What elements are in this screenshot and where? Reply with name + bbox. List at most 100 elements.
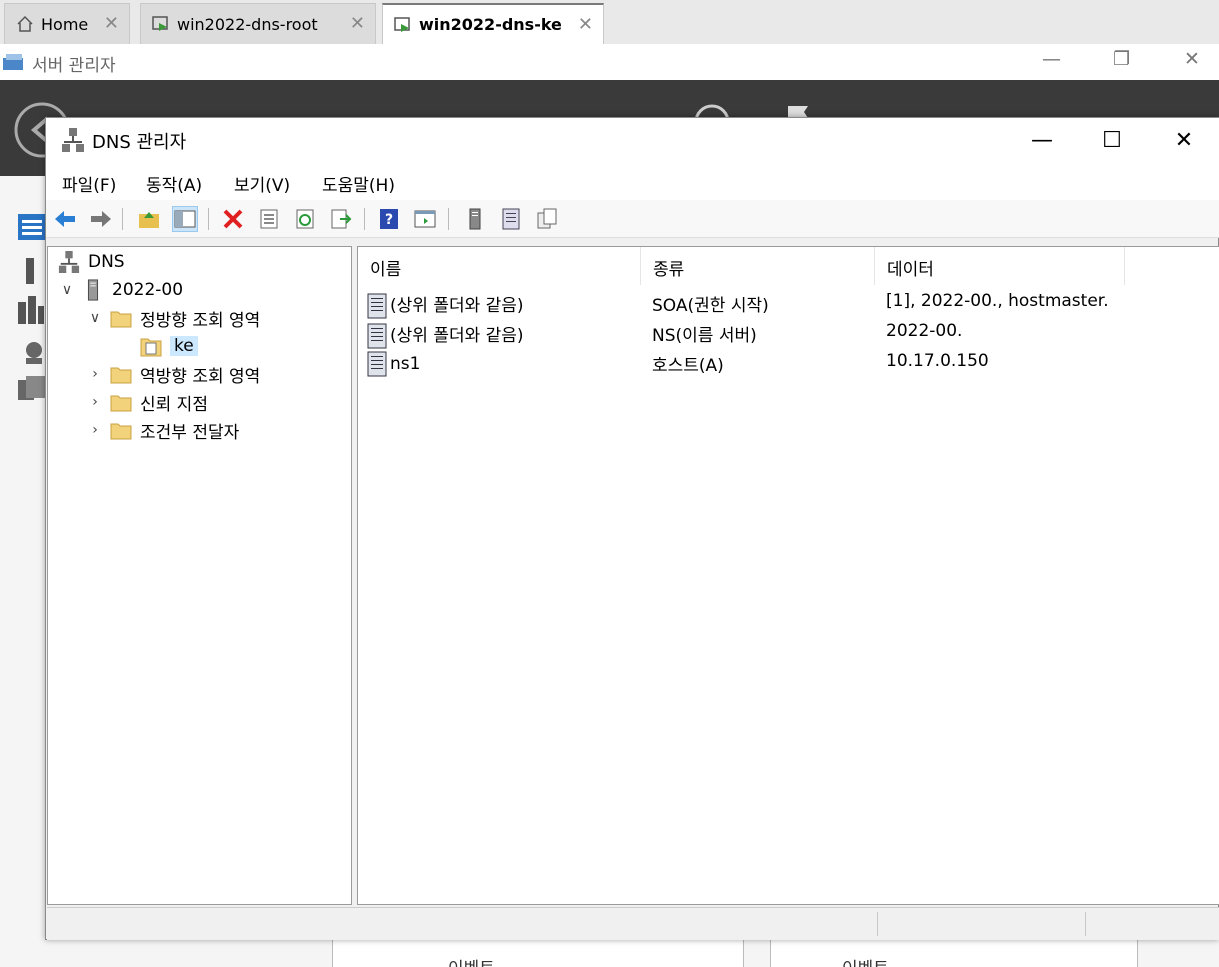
server-manager-tiles: 이벤트 이벤트	[0, 938, 1219, 967]
record-icon	[367, 351, 387, 377]
server-icon	[87, 279, 99, 301]
file-services-icon[interactable]	[18, 376, 46, 402]
close-icon[interactable]: ✕	[1184, 48, 1200, 70]
record-type: NS(이름 서버)	[652, 326, 757, 346]
minimize-button[interactable]: —	[1012, 124, 1072, 156]
collapse-chevron-icon[interactable]: ∨	[58, 282, 76, 298]
menu-view[interactable]: 보기(V)	[234, 171, 290, 196]
toolbar-separator	[364, 208, 365, 230]
tree-item-dns[interactable]: DNS	[58, 249, 125, 275]
help-icon[interactable]: ?	[376, 206, 402, 232]
toolbar-separator	[122, 208, 123, 230]
tree-item-reverse-zones[interactable]: › 역방향 조회 영역	[86, 361, 260, 387]
status-divider	[877, 912, 878, 936]
table-row[interactable]: (상위 폴더와 같음) NS(이름 서버) 2022-00.	[358, 317, 1218, 349]
dns-manager-window: DNS 관리자 — ☐ ✕ 파일(F) 동작(A) 보기(V) 도움말(H) ?…	[45, 117, 1219, 940]
folder-icon	[110, 367, 132, 384]
column-header-data[interactable]: 데이터	[875, 247, 1125, 285]
record-list: 이름 종류 데이터 (상위 폴더와 같음) SOA(권한 시작) [1], 20…	[357, 246, 1219, 905]
server-manager-title: 서버 관리자	[32, 56, 116, 76]
status-divider	[1085, 912, 1086, 936]
table-row[interactable]: (상위 폴더와 같음) SOA(권한 시작) [1], 2022-00., ho…	[358, 287, 1218, 319]
menu-file[interactable]: 파일(F)	[62, 171, 116, 196]
events-tile[interactable]	[332, 938, 744, 967]
forward-arrow-icon[interactable]	[88, 206, 114, 232]
tab-win2022-dns-root[interactable]: win2022-dns-root ✕	[140, 3, 376, 44]
folder-icon	[110, 423, 132, 440]
tree-item-forward-zones[interactable]: ∨ 정방향 조회 영역	[86, 305, 260, 331]
host-tab-bar: Home ✕ win2022-dns-root ✕ win2022-dns-ke…	[0, 0, 1219, 44]
column-header-name[interactable]: 이름	[358, 247, 641, 285]
maximize-button[interactable]: ☐	[1082, 124, 1142, 156]
back-arrow-icon[interactable]	[52, 206, 78, 232]
tab-close-icon[interactable]: ✕	[104, 13, 119, 34]
vm-console-icon	[152, 16, 168, 31]
tab-close-icon[interactable]: ✕	[350, 13, 365, 34]
tree-label: 신뢰 지점	[140, 394, 208, 415]
show-hide-tree-icon[interactable]	[172, 206, 198, 232]
minimize-icon[interactable]: —	[1042, 48, 1061, 70]
tab-win2022-dns-ke[interactable]: win2022-dns-ke ✕	[382, 3, 604, 44]
all-servers-icon[interactable]	[18, 296, 44, 324]
tree-item-zone-ke[interactable]: ke	[140, 333, 198, 359]
dns-app-icon	[58, 251, 80, 273]
properties-icon[interactable]	[256, 206, 282, 232]
record-icon	[367, 323, 387, 349]
folder-icon	[110, 395, 132, 412]
tree-label: 조건부 전달자	[140, 422, 240, 443]
record-type: 호스트(A)	[652, 356, 724, 376]
dashboard-icon[interactable]	[18, 214, 46, 240]
tree-item-trust-points[interactable]: › 신뢰 지점	[86, 389, 208, 415]
expand-chevron-icon[interactable]: ›	[86, 422, 104, 438]
tree-item-conditional-forwarders[interactable]: › 조건부 전달자	[86, 417, 239, 443]
server-manager-icon	[3, 54, 23, 70]
delete-icon[interactable]	[220, 206, 246, 232]
status-bar	[47, 907, 1219, 940]
toolbar-separator	[208, 208, 209, 230]
dns-titlebar: DNS 관리자 — ☐ ✕	[46, 118, 1219, 162]
dns-role-icon[interactable]	[22, 340, 46, 364]
tab-close-icon[interactable]: ✕	[578, 14, 593, 35]
local-server-icon[interactable]	[22, 258, 38, 284]
tree-label: ke	[170, 336, 198, 356]
copy-icon[interactable]	[534, 206, 560, 232]
server-manager-titlebar: 서버 관리자 — ❐ ✕	[0, 44, 1219, 80]
collapse-chevron-icon[interactable]: ∨	[86, 310, 104, 326]
expand-chevron-icon[interactable]: ›	[86, 394, 104, 410]
menu-help[interactable]: 도움말(H)	[322, 171, 395, 196]
table-row[interactable]: ns1 호스트(A) 10.17.0.150	[358, 347, 1218, 377]
console-tree: DNS ∨ 2022-00 ∨ 정방향 조회 영역 ke › 역방향 조회 영역…	[47, 246, 352, 905]
record-type: SOA(권한 시작)	[652, 296, 769, 316]
record-list-icon[interactable]	[498, 206, 524, 232]
expand-chevron-icon[interactable]: ›	[86, 366, 104, 382]
record-data: 10.17.0.150	[886, 351, 989, 371]
tree-label: 역방향 조회 영역	[140, 366, 261, 387]
zone-icon	[140, 338, 162, 357]
tree-label: 정방향 조회 영역	[140, 310, 261, 331]
record-data: [1], 2022-00., hostmaster.	[886, 291, 1109, 311]
tab-label: win2022-dns-root	[177, 14, 318, 34]
menu-action[interactable]: 동작(A)	[146, 171, 202, 196]
record-icon	[367, 293, 387, 319]
up-folder-icon[interactable]	[136, 206, 162, 232]
menu-bar: 파일(F) 동작(A) 보기(V) 도움말(H)	[46, 162, 1219, 200]
show-pane-icon[interactable]	[412, 206, 438, 232]
tab-label: win2022-dns-ke	[419, 15, 562, 34]
folder-icon	[110, 311, 132, 328]
home-icon	[17, 15, 33, 32]
export-list-icon[interactable]	[328, 206, 354, 232]
events-tile[interactable]	[770, 938, 1138, 967]
vm-console-icon	[394, 16, 410, 32]
refresh-icon[interactable]	[292, 206, 318, 232]
column-header-type[interactable]: 종류	[641, 247, 875, 285]
toolbar: ?	[46, 200, 1219, 238]
record-name: (상위 폴더와 같음)	[390, 326, 524, 346]
tab-home[interactable]: Home ✕	[4, 3, 130, 44]
events-label: 이벤트	[842, 954, 889, 967]
server-icon[interactable]	[462, 206, 488, 232]
close-button[interactable]: ✕	[1154, 124, 1214, 156]
restore-icon[interactable]: ❐	[1113, 48, 1130, 70]
tree-item-server[interactable]: ∨ 2022-00	[58, 277, 183, 303]
record-name: ns1	[390, 354, 421, 374]
server-manager-sidebar	[0, 176, 46, 967]
